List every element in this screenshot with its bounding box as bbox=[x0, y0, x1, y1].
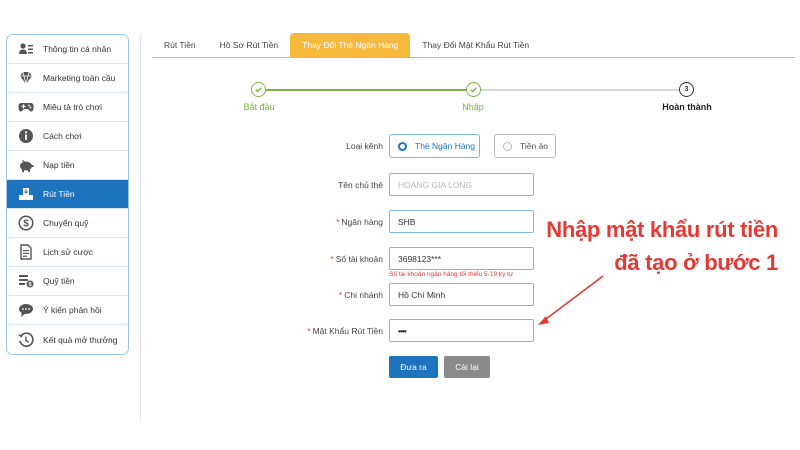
sidebar-item-label: Marketing toàn cầu bbox=[43, 73, 116, 83]
account-number-input[interactable]: 3698123*** bbox=[389, 247, 534, 270]
piggy-bank-icon bbox=[17, 156, 35, 174]
step-number: 3 bbox=[684, 86, 689, 93]
sidebar-item-transfer[interactable]: $ Chuyển quỹ bbox=[7, 209, 128, 238]
radio-label: Thẻ Ngân Hàng bbox=[415, 141, 476, 151]
step-connector-pending bbox=[481, 89, 686, 91]
annotation-line-2: đã tạo ở bước 1 bbox=[614, 250, 778, 275]
withdraw-icon bbox=[17, 185, 35, 203]
user-card-icon bbox=[17, 40, 35, 58]
account-hint: Số tài khoản ngân hàng tối thiểu 5-19 ký… bbox=[389, 271, 514, 278]
sidebar-item-label: Cách chơi bbox=[43, 131, 82, 141]
bank-select[interactable]: SHB bbox=[389, 210, 534, 233]
tab-change-withdraw-password[interactable]: Thay Đổi Mật Khẩu Rút Tiền bbox=[410, 33, 541, 57]
gamepad-icon bbox=[17, 98, 35, 116]
sidebar-item-marketing[interactable]: Marketing toàn cầu bbox=[7, 64, 128, 93]
branch-label-text: Chi nhánh bbox=[344, 290, 383, 300]
sidebar-item-label: Miêu tả trò chơi bbox=[43, 102, 102, 112]
sidebar-item-label: Nạp tiền bbox=[43, 160, 75, 170]
holder-label: Tên chủ thẻ bbox=[338, 180, 383, 190]
holder-name-input[interactable]: HOANG GIA LONG bbox=[389, 173, 534, 196]
fund-list-icon: $ bbox=[17, 272, 35, 290]
sidebar-item-label: Rút Tiền bbox=[43, 189, 75, 199]
sidebar-item-bet-history[interactable]: Lịch sử cược bbox=[7, 238, 128, 267]
sidebar-item-label: Ý kiến phản hồi bbox=[43, 305, 102, 315]
tab-label: Thay Đổi Mật Khẩu Rút Tiền bbox=[422, 40, 530, 50]
radio-bank-card[interactable]: Thẻ Ngân Hàng bbox=[389, 134, 480, 158]
radio-dot-selected bbox=[398, 141, 407, 151]
tab-label: Rút Tiền bbox=[164, 40, 196, 50]
reset-button[interactable]: Cài lại bbox=[444, 356, 490, 378]
history-document-icon bbox=[17, 243, 35, 261]
sidebar-item-game-description[interactable]: Miêu tả trò chơi bbox=[7, 93, 128, 122]
bank-label: * Ngân hàng bbox=[336, 217, 383, 227]
sidebar-item-label: Quỹ tiền bbox=[43, 276, 75, 286]
svg-text:$: $ bbox=[23, 219, 29, 230]
dollar-icon: $ bbox=[17, 214, 35, 232]
info-icon bbox=[17, 127, 35, 145]
clock-history-icon bbox=[17, 331, 35, 349]
sidebar-item-deposit[interactable]: Nạp tiền bbox=[7, 151, 128, 180]
form-row-holder: Tên chủ thẻ HOANG GIA LONG bbox=[152, 173, 795, 196]
step-number-circle: 3 bbox=[679, 82, 694, 97]
submit-button[interactable]: Đưa ra bbox=[389, 356, 438, 378]
tab-change-bank-card[interactable]: Thay Đổi Thẻ Ngân Hàng bbox=[290, 33, 411, 57]
sidebar-item-fund[interactable]: $ Quỹ tiền bbox=[7, 267, 128, 296]
tab-label: Thay Đổi Thẻ Ngân Hàng bbox=[302, 40, 399, 50]
form-row-channel: Loại kênh Thẻ Ngân Hàng Tiền ảo bbox=[152, 134, 795, 158]
tab-withdraw-records[interactable]: Hồ Sơ Rút Tiền bbox=[208, 33, 291, 57]
account-label-text: Số tài khoản bbox=[335, 254, 383, 264]
channel-label: Loại kênh bbox=[346, 141, 383, 151]
withdraw-password-input[interactable]: •••• bbox=[389, 319, 534, 342]
annotation-line-1: Nhập mật khẩu rút tiền bbox=[546, 217, 778, 242]
radio-dot bbox=[503, 141, 512, 151]
sidebar-item-how-to-play[interactable]: Cách chơi bbox=[7, 122, 128, 151]
branch-input[interactable]: Hồ Chí Minh bbox=[389, 283, 534, 306]
sidebar-item-label: Kết quả mở thưởng bbox=[43, 334, 118, 345]
step-progress: 3 Bắt đầu Nhập Hoàn thành bbox=[152, 80, 795, 120]
check-icon bbox=[251, 82, 266, 97]
form-row-branch: * Chi nhánh Hồ Chí Minh bbox=[152, 283, 795, 306]
svg-text:$: $ bbox=[28, 282, 31, 288]
step-label-complete: Hoàn thành bbox=[662, 102, 712, 112]
account-label: * Số tài khoản bbox=[330, 254, 383, 264]
tab-withdraw[interactable]: Rút Tiền bbox=[152, 33, 208, 57]
check-icon bbox=[466, 82, 481, 97]
form-row-password: * Mật Khẩu Rút Tiền •••• bbox=[152, 319, 795, 342]
sidebar-item-withdraw[interactable]: Rút Tiền bbox=[7, 180, 128, 209]
password-label: * Mật Khẩu Rút Tiền bbox=[307, 326, 383, 336]
radio-label: Tiền ảo bbox=[520, 141, 549, 151]
sidebar-item-personal-info[interactable]: Thông tin cá nhân bbox=[7, 35, 128, 64]
sidebar-item-feedback[interactable]: Ý kiến phản hồi bbox=[7, 296, 128, 325]
sidebar-item-label: Lịch sử cược bbox=[43, 247, 94, 257]
step-connector-done bbox=[265, 89, 479, 91]
bank-label-text: Ngân hàng bbox=[341, 217, 383, 227]
sidebar-item-results[interactable]: Kết quả mở thưởng bbox=[7, 325, 128, 354]
chat-bubble-icon bbox=[17, 301, 35, 319]
sidebar-item-label: Chuyển quỹ bbox=[43, 218, 89, 228]
radio-crypto[interactable]: Tiền ảo bbox=[494, 134, 556, 158]
password-label-text: Mật Khẩu Rút Tiền bbox=[312, 326, 383, 336]
tab-bar: Rút Tiền Hồ Sơ Rút Tiền Thay Đổi Thẻ Ngâ… bbox=[152, 33, 795, 58]
sidebar-item-label: Thông tin cá nhân bbox=[43, 44, 112, 54]
tab-label: Hồ Sơ Rút Tiền bbox=[219, 40, 279, 50]
step-label-input: Nhập bbox=[462, 102, 484, 112]
sidebar-menu: Thông tin cá nhân Marketing toàn cầu Miê… bbox=[6, 34, 129, 355]
content-divider bbox=[140, 34, 141, 420]
diamond-icon bbox=[17, 69, 35, 87]
step-label-start: Bắt đầu bbox=[243, 102, 275, 112]
branch-label: * Chi nhánh bbox=[338, 290, 383, 300]
